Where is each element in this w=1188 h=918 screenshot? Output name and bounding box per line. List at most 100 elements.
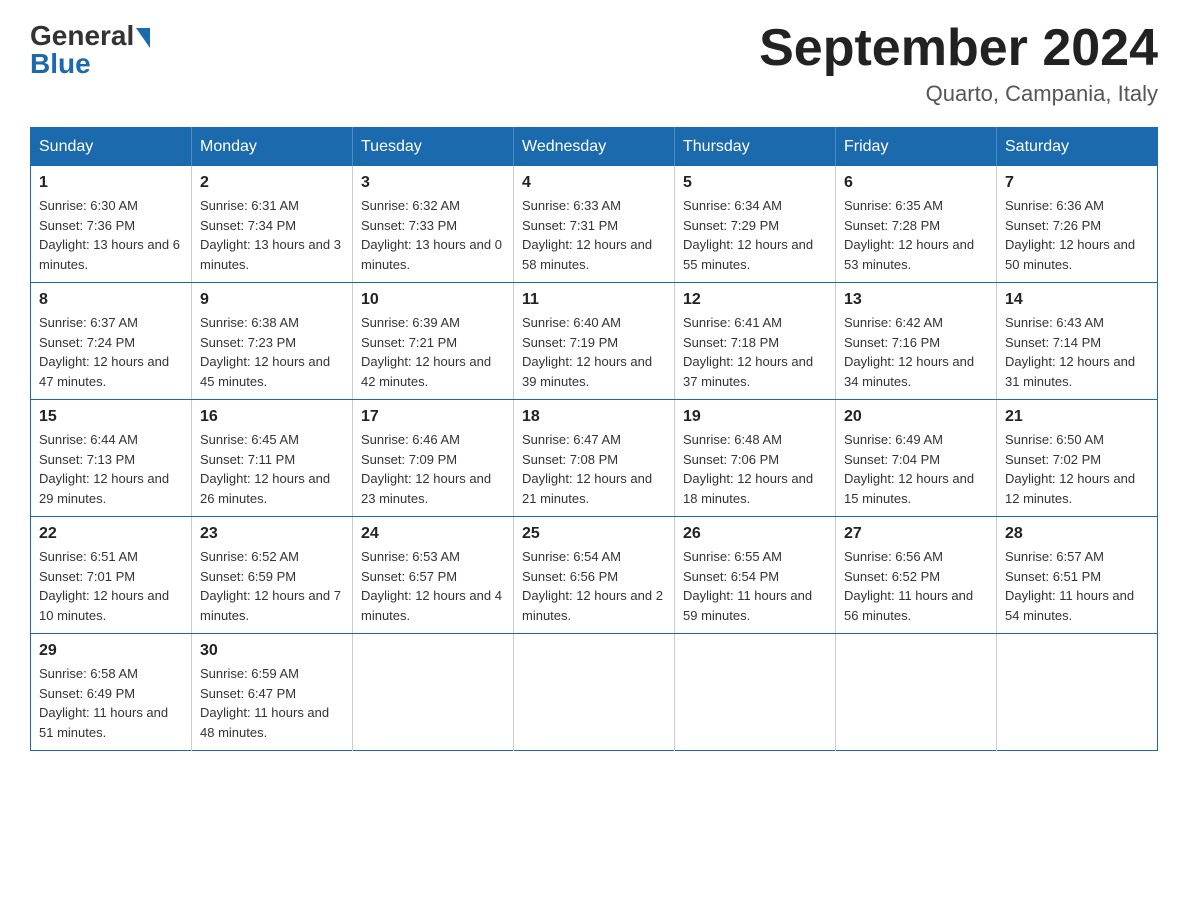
day-number: 7	[1005, 174, 1149, 192]
day-number: 10	[361, 291, 505, 309]
calendar-cell: 26 Sunrise: 6:55 AM Sunset: 6:54 PM Dayl…	[675, 517, 836, 634]
day-info: Sunrise: 6:59 AM Sunset: 6:47 PM Dayligh…	[200, 664, 344, 742]
day-number: 27	[844, 525, 988, 543]
calendar-cell: 10 Sunrise: 6:39 AM Sunset: 7:21 PM Dayl…	[353, 283, 514, 400]
calendar-cell	[675, 634, 836, 751]
header-sunday: Sunday	[31, 128, 192, 167]
calendar-cell: 23 Sunrise: 6:52 AM Sunset: 6:59 PM Dayl…	[192, 517, 353, 634]
day-info: Sunrise: 6:41 AM Sunset: 7:18 PM Dayligh…	[683, 313, 827, 391]
day-number: 13	[844, 291, 988, 309]
calendar-cell: 22 Sunrise: 6:51 AM Sunset: 7:01 PM Dayl…	[31, 517, 192, 634]
logo: General Blue	[30, 20, 150, 80]
day-info: Sunrise: 6:37 AM Sunset: 7:24 PM Dayligh…	[39, 313, 183, 391]
logo-blue-text: Blue	[30, 48, 91, 80]
day-info: Sunrise: 6:51 AM Sunset: 7:01 PM Dayligh…	[39, 547, 183, 625]
day-info: Sunrise: 6:46 AM Sunset: 7:09 PM Dayligh…	[361, 430, 505, 508]
calendar-cell: 20 Sunrise: 6:49 AM Sunset: 7:04 PM Dayl…	[836, 400, 997, 517]
day-number: 20	[844, 408, 988, 426]
day-info: Sunrise: 6:57 AM Sunset: 6:51 PM Dayligh…	[1005, 547, 1149, 625]
header-friday: Friday	[836, 128, 997, 167]
day-number: 17	[361, 408, 505, 426]
day-number: 3	[361, 174, 505, 192]
day-info: Sunrise: 6:53 AM Sunset: 6:57 PM Dayligh…	[361, 547, 505, 625]
header-tuesday: Tuesday	[353, 128, 514, 167]
page-header: General Blue September 2024 Quarto, Camp…	[30, 20, 1158, 107]
day-number: 19	[683, 408, 827, 426]
day-number: 1	[39, 174, 183, 192]
day-info: Sunrise: 6:43 AM Sunset: 7:14 PM Dayligh…	[1005, 313, 1149, 391]
calendar-cell: 7 Sunrise: 6:36 AM Sunset: 7:26 PM Dayli…	[997, 166, 1158, 283]
day-number: 16	[200, 408, 344, 426]
day-number: 24	[361, 525, 505, 543]
day-info: Sunrise: 6:35 AM Sunset: 7:28 PM Dayligh…	[844, 196, 988, 274]
calendar-cell: 27 Sunrise: 6:56 AM Sunset: 6:52 PM Dayl…	[836, 517, 997, 634]
day-info: Sunrise: 6:50 AM Sunset: 7:02 PM Dayligh…	[1005, 430, 1149, 508]
day-number: 25	[522, 525, 666, 543]
day-info: Sunrise: 6:47 AM Sunset: 7:08 PM Dayligh…	[522, 430, 666, 508]
day-info: Sunrise: 6:55 AM Sunset: 6:54 PM Dayligh…	[683, 547, 827, 625]
calendar-week-5: 29 Sunrise: 6:58 AM Sunset: 6:49 PM Dayl…	[31, 634, 1158, 751]
header-thursday: Thursday	[675, 128, 836, 167]
calendar-cell: 8 Sunrise: 6:37 AM Sunset: 7:24 PM Dayli…	[31, 283, 192, 400]
day-number: 5	[683, 174, 827, 192]
logo-triangle-icon	[136, 28, 150, 48]
calendar-cell: 19 Sunrise: 6:48 AM Sunset: 7:06 PM Dayl…	[675, 400, 836, 517]
day-info: Sunrise: 6:54 AM Sunset: 6:56 PM Dayligh…	[522, 547, 666, 625]
calendar-week-2: 8 Sunrise: 6:37 AM Sunset: 7:24 PM Dayli…	[31, 283, 1158, 400]
calendar-cell: 15 Sunrise: 6:44 AM Sunset: 7:13 PM Dayl…	[31, 400, 192, 517]
day-number: 2	[200, 174, 344, 192]
calendar-week-1: 1 Sunrise: 6:30 AM Sunset: 7:36 PM Dayli…	[31, 166, 1158, 283]
day-info: Sunrise: 6:34 AM Sunset: 7:29 PM Dayligh…	[683, 196, 827, 274]
day-info: Sunrise: 6:30 AM Sunset: 7:36 PM Dayligh…	[39, 196, 183, 274]
day-number: 15	[39, 408, 183, 426]
day-info: Sunrise: 6:31 AM Sunset: 7:34 PM Dayligh…	[200, 196, 344, 274]
day-info: Sunrise: 6:49 AM Sunset: 7:04 PM Dayligh…	[844, 430, 988, 508]
calendar-week-3: 15 Sunrise: 6:44 AM Sunset: 7:13 PM Dayl…	[31, 400, 1158, 517]
day-number: 21	[1005, 408, 1149, 426]
calendar-cell: 21 Sunrise: 6:50 AM Sunset: 7:02 PM Dayl…	[997, 400, 1158, 517]
calendar-cell: 6 Sunrise: 6:35 AM Sunset: 7:28 PM Dayli…	[836, 166, 997, 283]
calendar-cell: 4 Sunrise: 6:33 AM Sunset: 7:31 PM Dayli…	[514, 166, 675, 283]
day-info: Sunrise: 6:33 AM Sunset: 7:31 PM Dayligh…	[522, 196, 666, 274]
calendar-cell: 12 Sunrise: 6:41 AM Sunset: 7:18 PM Dayl…	[675, 283, 836, 400]
day-info: Sunrise: 6:44 AM Sunset: 7:13 PM Dayligh…	[39, 430, 183, 508]
header-wednesday: Wednesday	[514, 128, 675, 167]
day-number: 26	[683, 525, 827, 543]
day-number: 14	[1005, 291, 1149, 309]
calendar-cell: 5 Sunrise: 6:34 AM Sunset: 7:29 PM Dayli…	[675, 166, 836, 283]
calendar-header-row: Sunday Monday Tuesday Wednesday Thursday…	[31, 128, 1158, 167]
calendar-cell: 28 Sunrise: 6:57 AM Sunset: 6:51 PM Dayl…	[997, 517, 1158, 634]
day-number: 29	[39, 642, 183, 660]
calendar-cell: 9 Sunrise: 6:38 AM Sunset: 7:23 PM Dayli…	[192, 283, 353, 400]
day-info: Sunrise: 6:38 AM Sunset: 7:23 PM Dayligh…	[200, 313, 344, 391]
calendar-cell: 17 Sunrise: 6:46 AM Sunset: 7:09 PM Dayl…	[353, 400, 514, 517]
day-number: 8	[39, 291, 183, 309]
day-number: 11	[522, 291, 666, 309]
day-info: Sunrise: 6:48 AM Sunset: 7:06 PM Dayligh…	[683, 430, 827, 508]
day-info: Sunrise: 6:39 AM Sunset: 7:21 PM Dayligh…	[361, 313, 505, 391]
day-number: 4	[522, 174, 666, 192]
calendar-cell	[836, 634, 997, 751]
location-text: Quarto, Campania, Italy	[759, 81, 1158, 107]
day-number: 18	[522, 408, 666, 426]
month-title: September 2024	[759, 20, 1158, 77]
day-number: 9	[200, 291, 344, 309]
calendar-table: Sunday Monday Tuesday Wednesday Thursday…	[30, 127, 1158, 751]
calendar-cell	[997, 634, 1158, 751]
day-number: 23	[200, 525, 344, 543]
day-info: Sunrise: 6:40 AM Sunset: 7:19 PM Dayligh…	[522, 313, 666, 391]
calendar-cell: 14 Sunrise: 6:43 AM Sunset: 7:14 PM Dayl…	[997, 283, 1158, 400]
calendar-cell: 11 Sunrise: 6:40 AM Sunset: 7:19 PM Dayl…	[514, 283, 675, 400]
header-monday: Monday	[192, 128, 353, 167]
calendar-cell: 29 Sunrise: 6:58 AM Sunset: 6:49 PM Dayl…	[31, 634, 192, 751]
day-info: Sunrise: 6:45 AM Sunset: 7:11 PM Dayligh…	[200, 430, 344, 508]
header-saturday: Saturday	[997, 128, 1158, 167]
day-number: 28	[1005, 525, 1149, 543]
day-info: Sunrise: 6:52 AM Sunset: 6:59 PM Dayligh…	[200, 547, 344, 625]
calendar-cell	[514, 634, 675, 751]
day-number: 12	[683, 291, 827, 309]
calendar-cell: 25 Sunrise: 6:54 AM Sunset: 6:56 PM Dayl…	[514, 517, 675, 634]
day-info: Sunrise: 6:36 AM Sunset: 7:26 PM Dayligh…	[1005, 196, 1149, 274]
day-info: Sunrise: 6:32 AM Sunset: 7:33 PM Dayligh…	[361, 196, 505, 274]
calendar-cell: 24 Sunrise: 6:53 AM Sunset: 6:57 PM Dayl…	[353, 517, 514, 634]
